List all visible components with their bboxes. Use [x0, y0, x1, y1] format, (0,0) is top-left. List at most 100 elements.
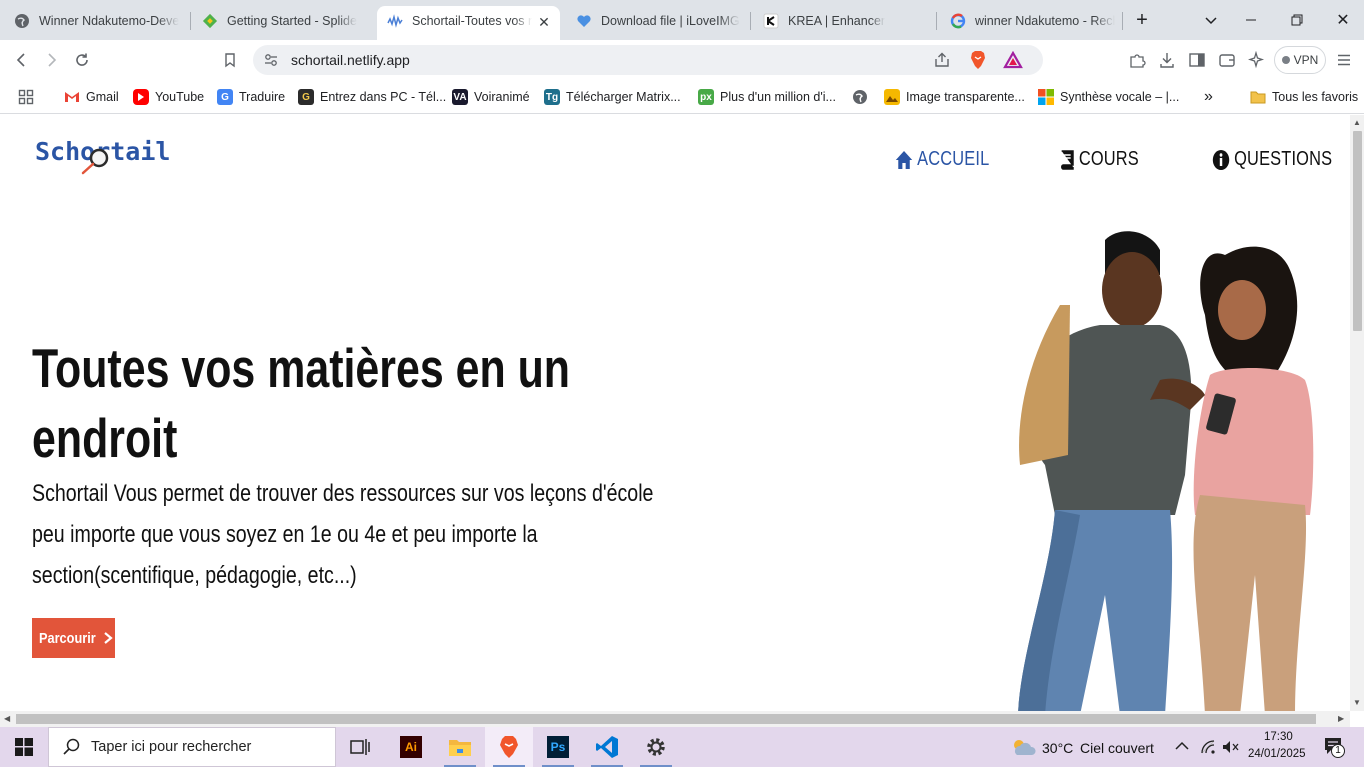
weather-temperature[interactable]: 30°C: [1042, 740, 1073, 756]
restore-button[interactable]: [1274, 0, 1320, 40]
nav-accueil[interactable]: ACCUEIL: [895, 148, 989, 171]
weather-icon[interactable]: [1010, 737, 1036, 762]
bookmark-telecharger-matrix[interactable]: Tg Télécharger Matrix...: [544, 87, 681, 107]
nav-label: QUESTIONS: [1234, 148, 1333, 170]
close-icon[interactable]: ✕: [536, 14, 552, 30]
reload-button[interactable]: [70, 48, 94, 72]
site-settings-icon[interactable]: [263, 52, 279, 73]
tab-iloveimg[interactable]: Download file | iLoveIMG: [576, 6, 748, 36]
forward-button[interactable]: [39, 48, 63, 72]
photoshop-icon: Ps: [547, 736, 569, 758]
leo-ai-button[interactable]: [1245, 48, 1269, 72]
start-button[interactable]: [0, 727, 48, 767]
vpn-button[interactable]: VPN: [1274, 46, 1326, 74]
scroll-left-icon[interactable]: ◀: [4, 714, 10, 723]
file-explorer-app[interactable]: [436, 727, 484, 767]
back-button[interactable]: [10, 48, 34, 72]
brave-shields-icon[interactable]: [969, 50, 987, 75]
bookmark-entrez-pc[interactable]: G Entrez dans PC - Tél...: [298, 87, 446, 107]
bookmark-label: Image transparente...: [906, 90, 1025, 104]
brave-rewards-icon[interactable]: [1003, 50, 1023, 74]
scroll-right-icon[interactable]: ▶: [1338, 714, 1344, 723]
extensions-button[interactable]: [1125, 48, 1149, 72]
scroll-up-icon[interactable]: ▲: [1353, 118, 1361, 127]
sidebar-icon: [1189, 53, 1205, 67]
weather-description[interactable]: Ciel couvert: [1080, 740, 1154, 756]
vpn-status-icon: [1281, 56, 1290, 64]
chevron-down-icon: [1205, 17, 1217, 25]
tab-splide[interactable]: Getting Started - Splide: [202, 6, 367, 36]
gmail-icon: [64, 89, 80, 105]
browser-toolbar: schortail.netlify.app VPN: [0, 40, 1364, 80]
bookmark-globe[interactable]: [852, 87, 874, 107]
sparkle-icon: [1248, 51, 1265, 69]
tab-winner-dev[interactable]: Winner Ndakutemo-Deve: [14, 6, 182, 36]
apps-grid-icon: [18, 89, 34, 105]
illustrator-app[interactable]: Ai: [387, 727, 435, 767]
browser-tab-bar: Winner Ndakutemo-Deve Getting Started - …: [0, 0, 1364, 40]
parcourir-button[interactable]: Parcourir: [32, 618, 115, 658]
vscode-app[interactable]: [583, 727, 631, 767]
bookmark-label: Plus d'un million d'i...: [720, 90, 836, 104]
bookmark-button[interactable]: [218, 48, 242, 72]
button-label: Parcourir: [38, 629, 96, 647]
wallet-icon: [1219, 54, 1235, 67]
all-bookmarks-folder[interactable]: Tous les favoris: [1250, 87, 1358, 107]
photoshop-app[interactable]: Ps: [534, 727, 582, 767]
wallet-button[interactable]: [1215, 48, 1239, 72]
notification-center-button[interactable]: 1: [1323, 736, 1345, 763]
taskbar-search[interactable]: Taper ici pour rechercher: [48, 727, 336, 767]
bookmark-pixabay[interactable]: px Plus d'un million d'i...: [698, 87, 836, 107]
hero-title-line: endroit: [32, 407, 178, 469]
tab-google-search[interactable]: winner Ndakutemo - Rech: [950, 6, 1115, 36]
new-tab-button[interactable]: +: [1119, 0, 1165, 40]
clock-date[interactable]: 24/01/2025: [1248, 748, 1306, 760]
tab-separator: [936, 12, 937, 30]
apps-button[interactable]: [18, 87, 34, 107]
downloads-button[interactable]: [1155, 48, 1179, 72]
globe-icon: [14, 13, 30, 29]
minimize-button[interactable]: [1228, 0, 1274, 40]
share-icon[interactable]: [933, 51, 951, 74]
bookmark-voiranime[interactable]: VA Voiranimé: [452, 87, 530, 107]
vertical-scrollbar[interactable]: ▲ ▼: [1350, 115, 1364, 711]
nav-label: ACCUEIL: [917, 148, 990, 170]
address-bar[interactable]: schortail.netlify.app: [253, 45, 1043, 75]
nav-cours[interactable]: COURS: [1060, 148, 1139, 171]
hero-students-image: [1018, 231, 1314, 711]
bookmark-youtube[interactable]: YouTube: [133, 87, 204, 107]
scroll-down-icon[interactable]: ▼: [1353, 698, 1361, 707]
menu-button[interactable]: [1332, 48, 1356, 72]
windows-logo-icon: [15, 738, 33, 756]
web-page: Schortail ACCUEIL COURS QUESTIONS Toutes…: [0, 115, 1350, 711]
scrollbar-thumb[interactable]: [16, 714, 1316, 724]
windows-taskbar: Taper ici pour rechercher Ai Ps 30°C Cie…: [0, 727, 1364, 767]
bookmark-gmail[interactable]: Gmail: [64, 87, 119, 107]
tab-krea[interactable]: KREA | Enhancer: [763, 6, 933, 36]
horizontal-scrollbar[interactable]: ◀ ▶: [0, 711, 1350, 727]
bookmark-traduire[interactable]: G Traduire: [217, 87, 285, 107]
bookmark-image-transparente[interactable]: Image transparente...: [884, 87, 1025, 107]
close-window-button[interactable]: ✕: [1320, 0, 1364, 40]
task-view-button[interactable]: [336, 727, 384, 767]
hero-text-line: Schortail Vous permet de trouver des res…: [32, 480, 654, 507]
settings-app[interactable]: [632, 727, 680, 767]
scrollbar-thumb[interactable]: [1353, 131, 1362, 331]
tab-title: Schortail-Toutes vos m: [412, 14, 532, 28]
sidebar-button[interactable]: [1185, 48, 1209, 72]
network-icon[interactable]: [1200, 739, 1216, 760]
task-view-icon: [350, 739, 370, 755]
g-icon: G: [298, 89, 314, 105]
hamburger-menu-icon: [1338, 54, 1350, 66]
brave-app[interactable]: [485, 727, 533, 767]
vscode-icon: [596, 736, 618, 758]
clock-time[interactable]: 17:30: [1264, 731, 1293, 743]
bookmark-label: YouTube: [155, 90, 205, 104]
show-hidden-icons-button[interactable]: [1175, 739, 1189, 758]
arrow-left-icon: [16, 53, 25, 67]
tab-schortail[interactable]: Schortail-Toutes vos m ✕: [377, 6, 560, 40]
more-bookmarks-button[interactable]: »: [1204, 87, 1213, 107]
volume-icon[interactable]: [1222, 739, 1240, 760]
bookmark-synthese-vocale[interactable]: Synthèse vocale – |...: [1038, 87, 1179, 107]
nav-questions[interactable]: QUESTIONS: [1212, 148, 1332, 171]
